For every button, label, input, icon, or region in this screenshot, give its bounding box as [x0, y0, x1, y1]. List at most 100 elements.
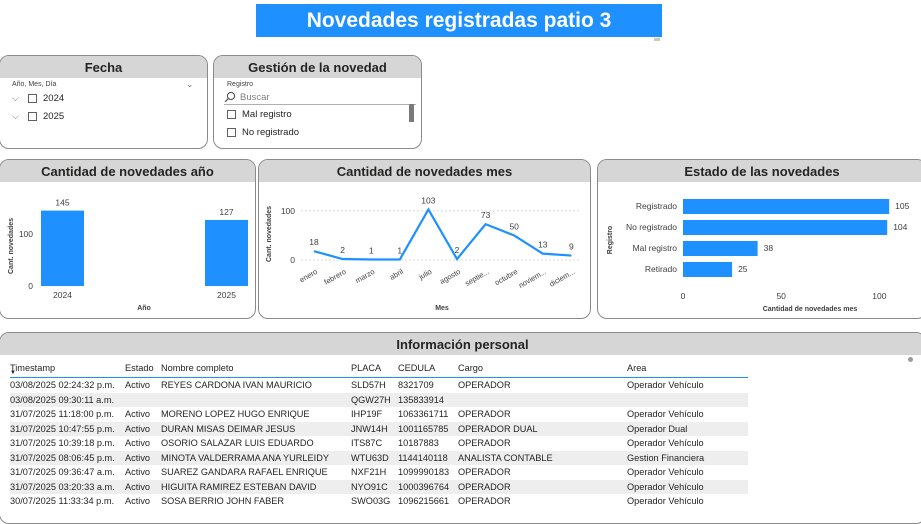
chart-year: Cant. novedades 0 100 145 2024 127 2025 Año — [8, 198, 248, 312]
data-label: 2 — [455, 245, 460, 255]
search-box[interactable]: Buscar — [224, 90, 416, 105]
chart-estado: Registro Registrado 105 No registrado 104 Mal… — [607, 199, 910, 313]
table-cell: Activo — [125, 438, 151, 449]
table-cell: 31/07/2025 10:47:55 p.m. — [10, 421, 125, 436]
column-header-nombre[interactable]: Nombre completo — [161, 359, 351, 378]
chevron-down-icon[interactable]: ⌄ — [186, 79, 194, 90]
column-header-placa[interactable]: PLACA — [351, 359, 398, 378]
table-cell: SOSA BERRIO JOHN FABER — [161, 496, 285, 507]
scrollbar[interactable] — [409, 104, 414, 122]
table-cell: 1144140118 — [398, 450, 458, 465]
checkbox[interactable] — [28, 94, 37, 103]
checkbox[interactable] — [227, 128, 236, 137]
table-cell: 30/07/2025 11:33:34 p.m. — [10, 496, 115, 507]
table-wrapper: Timestamp ▼ Estado Nombre completo PLACA … — [10, 359, 750, 509]
gestion-slicer: Gestión de la novedad Registro Buscar Ma… — [213, 55, 422, 149]
checkbox[interactable] — [227, 110, 236, 119]
x-tick-label: 50 — [776, 291, 786, 301]
x-tick-label: septie... — [463, 267, 490, 288]
table-row[interactable]: 31/07/2025 10:47:55 p.m. Activo DURAN MISA… — [10, 421, 748, 436]
data-label: 2 — [340, 245, 345, 255]
table-cell: Operador Vehículo — [627, 409, 704, 420]
gestion-item-label: No registrado — [242, 127, 300, 138]
table-row[interactable]: 03/08/2025 02:24:32 p.m. Activo REYES CARD… — [10, 378, 748, 393]
category-label: Registrado — [636, 201, 677, 211]
column-header-cargo[interactable]: Cargo — [458, 359, 627, 378]
table-cell: DURAN MISAS DEIMAR JESUS — [161, 421, 351, 436]
data-label: 1 — [397, 246, 402, 256]
data-label: 105 — [895, 201, 909, 211]
column-header-timestamp[interactable]: Timestamp ▼ — [10, 359, 125, 378]
table-cell: Activo — [125, 421, 161, 436]
table-cell: OPERADOR DUAL — [458, 421, 627, 436]
series-line — [313, 207, 572, 261]
checkbox[interactable] — [28, 112, 37, 121]
x-tick-label: febrero — [323, 267, 348, 287]
gestion-field-label: Registro — [227, 81, 254, 88]
table-cell: Operador Vehículo — [627, 467, 704, 478]
table-row[interactable]: 03/08/2025 09:30:11 a.m. QGW27H 135833914 — [10, 392, 748, 407]
table-cell — [627, 392, 748, 407]
x-tick-label: 0 — [681, 291, 686, 301]
table-cell: 31/07/2025 10:39:18 p.m. — [10, 438, 115, 449]
chart-month-panel: Cantidad de novedades mes Cant. novedade… — [258, 159, 591, 319]
column-header-estado[interactable]: Estado — [125, 359, 161, 378]
table-cell: SWO03G — [351, 496, 391, 507]
data-label: 104 — [893, 222, 907, 232]
table-cell: Operador Vehículo — [627, 438, 704, 449]
table-row[interactable]: 31/07/2025 08:06:45 p.m. Activo MINOTA VAL… — [10, 450, 748, 465]
search-icon — [224, 91, 236, 103]
bar — [683, 241, 758, 256]
table-row[interactable]: 31/07/2025 09:36:47 a.m. Activo SUAREZ GAN… — [10, 465, 748, 480]
table-cell: Activo — [125, 479, 161, 494]
table-cell: MORENO LOPEZ HUGO ENRIQUE — [161, 409, 310, 420]
fecha-item-2025[interactable]: ⌵ 2025 — [12, 111, 64, 122]
x-tick-label: agosto — [438, 267, 462, 286]
table-row[interactable]: 31/07/2025 11:18:00 p.m. Activo MORENO LOP… — [10, 407, 748, 422]
table-cell: ANALISTA CONTABLE — [458, 450, 627, 465]
x-tick-label: 2025 — [217, 290, 236, 300]
table-cell: Operador Vehículo — [627, 380, 704, 391]
data-label: 25 — [738, 264, 748, 274]
data-label: 50 — [509, 221, 519, 231]
chart-year-panel: Cantidad de novedades año Cant. novedade… — [0, 159, 256, 319]
data-label: 9 — [569, 242, 574, 252]
gestion-slicer-title: Gestión de la novedad — [214, 56, 421, 78]
x-tick-label: 100 — [872, 291, 886, 301]
category-label: No registrado — [626, 222, 677, 232]
column-header-cedula[interactable]: CEDULA — [398, 359, 458, 378]
table-row[interactable]: 30/07/2025 11:33:34 p.m. Activo SOSA BERRI… — [10, 494, 748, 509]
expand-chevron-icon[interactable]: ⌵ — [12, 112, 22, 121]
table-cell: 10187883 — [398, 438, 439, 449]
resize-handle[interactable] — [654, 38, 660, 41]
table-cell: 03/08/2025 09:30:11 a.m. — [10, 392, 125, 407]
expand-chevron-icon[interactable]: ⌵ — [12, 94, 22, 103]
table-cell: 1000396764 — [398, 479, 458, 494]
bar — [683, 220, 888, 235]
chart-month: Cant. novedades 0 100 18 2 1 1 103 2 73 50 13 9 enero… — [266, 195, 581, 312]
gestion-item-mal-registro[interactable]: Mal registro — [227, 109, 292, 120]
data-label: 18 — [309, 237, 319, 247]
column-header-area[interactable]: Area — [627, 359, 748, 378]
table-cell — [125, 392, 161, 407]
table-cell — [161, 392, 351, 407]
table-cell: OPERADOR — [458, 467, 511, 478]
table-header-row: Timestamp ▼ Estado Nombre completo PLACA … — [10, 359, 748, 378]
scrollbar-thumb[interactable] — [908, 357, 913, 362]
table-row[interactable]: 31/07/2025 10:39:18 p.m. Activo OSORIO SAL… — [10, 436, 748, 451]
x-axis-label: Cantidad de novedades mes — [763, 306, 858, 313]
table-cell: OPERADOR — [458, 479, 627, 494]
x-tick-label: noviem... — [517, 267, 548, 290]
gestion-item-no-registrado[interactable]: No registrado — [227, 127, 299, 138]
table-cell: JNW14H — [351, 421, 398, 436]
table-cell: 03/08/2025 02:24:32 p.m. — [10, 380, 115, 391]
fecha-item-2024[interactable]: ⌵ 2024 — [12, 93, 64, 104]
chart-month-title: Cantidad de novedades mes — [259, 160, 590, 182]
table-cell: SLD57H — [351, 380, 386, 391]
table-cell: 1096215661 — [398, 496, 450, 507]
table-row[interactable]: 31/07/2025 03:20:33 a.m. Activo HIGUITA RA… — [10, 479, 748, 494]
y-axis-label: Cant. novedades — [266, 206, 273, 262]
x-tick-label: diciem... — [548, 267, 577, 289]
data-label: 103 — [421, 195, 435, 205]
search-input[interactable]: Buscar — [240, 92, 270, 103]
